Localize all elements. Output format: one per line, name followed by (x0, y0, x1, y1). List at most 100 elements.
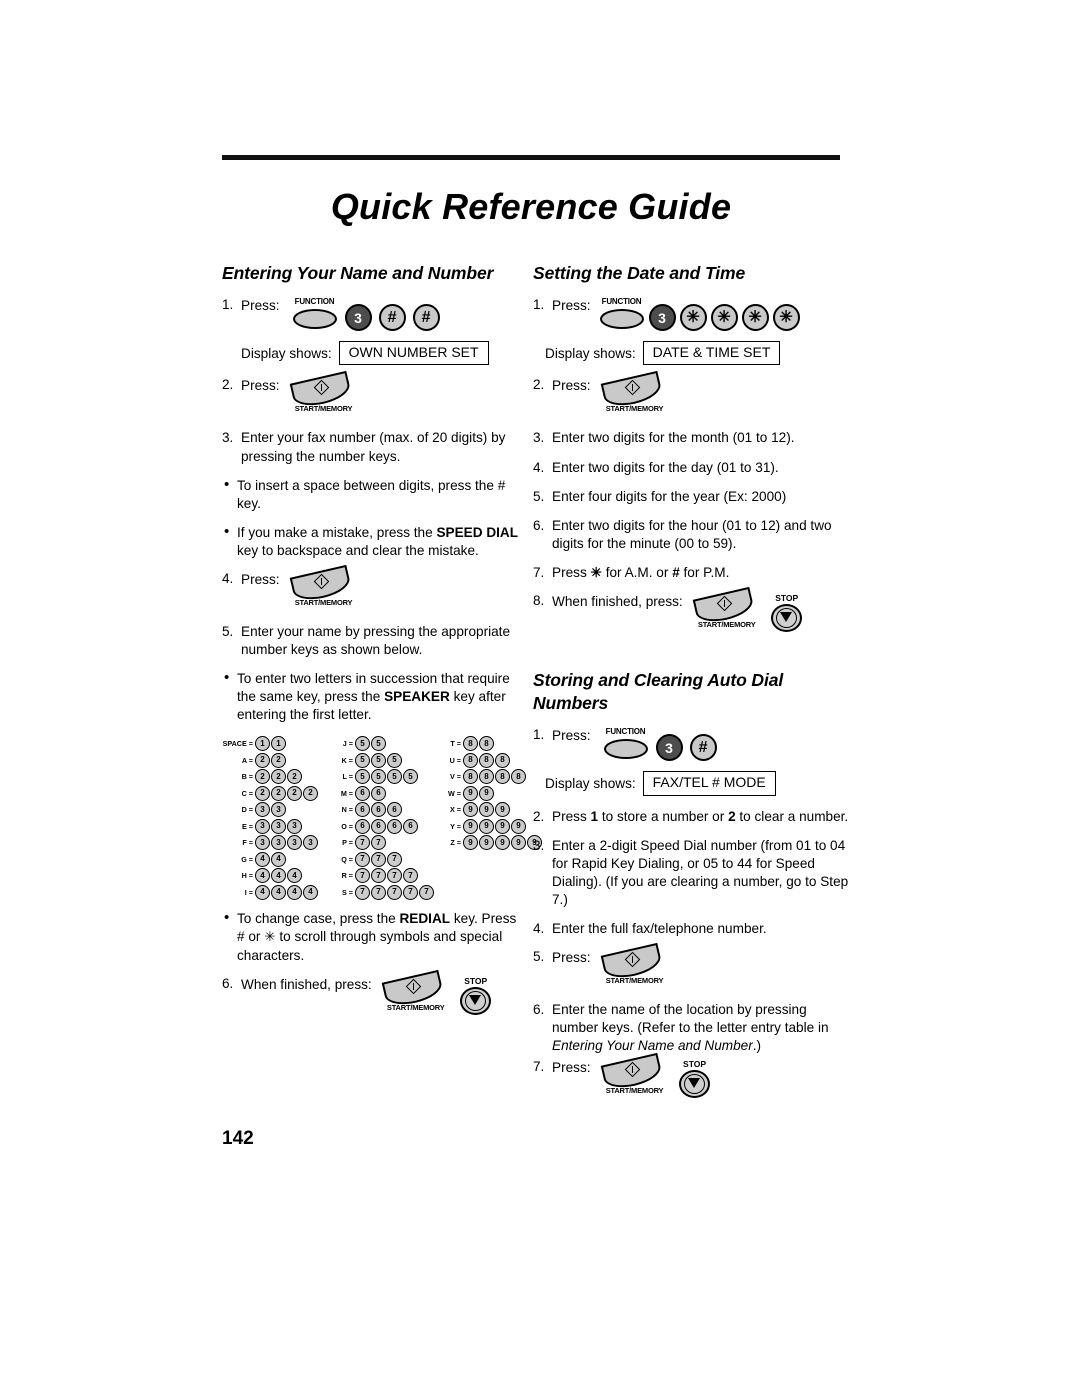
numeric-key-6-icon[interactable]: 6 (355, 802, 370, 818)
function-key-icon[interactable]: FUNCTION (599, 297, 645, 331)
function-key-icon[interactable]: FUNCTION (292, 297, 338, 331)
numeric-key-4-icon[interactable]: 4 (255, 851, 270, 867)
numeric-key-5-icon[interactable]: 5 (355, 752, 370, 768)
numeric-key-4-icon[interactable]: 4 (303, 884, 318, 900)
numeric-key-3-icon[interactable]: 3 (255, 802, 270, 818)
start-memory-key-icon[interactable]: START/MEMORY (289, 371, 356, 415)
hash-key-icon[interactable]: # (378, 304, 406, 332)
numeric-key-4-icon[interactable]: 4 (271, 851, 286, 867)
numeric-key-9-icon[interactable]: 9 (463, 785, 478, 801)
numeric-key-6-icon[interactable]: 6 (355, 818, 370, 834)
asterisk-key-icon[interactable]: ✳ (710, 304, 738, 332)
numeric-key-4-icon[interactable]: 4 (287, 868, 302, 884)
numeric-key-7-icon[interactable]: 7 (371, 835, 386, 851)
numeric-key-1-icon[interactable]: 1 (255, 736, 270, 752)
numeric-key-2-icon[interactable]: 2 (255, 769, 270, 785)
numeric-key-4-icon[interactable]: 4 (287, 884, 302, 900)
numeric-key-6-icon[interactable]: 6 (403, 818, 418, 834)
numeric-key-5-icon[interactable]: 5 (371, 752, 386, 768)
numeric-key-8-icon[interactable]: 8 (479, 736, 494, 752)
numeric-key-1-icon[interactable]: 1 (271, 736, 286, 752)
numeric-key-7-icon[interactable]: 7 (371, 851, 386, 867)
numeric-key-4-icon[interactable]: 4 (255, 884, 270, 900)
numeric-key-5-icon[interactable]: 5 (371, 769, 386, 785)
numeric-key-9-icon[interactable]: 9 (479, 835, 494, 851)
numeric-key-6-icon[interactable]: 6 (371, 802, 386, 818)
numeric-key-2-icon[interactable]: 2 (287, 785, 302, 801)
numeric-key-4-icon[interactable]: 4 (255, 868, 270, 884)
numeric-key-9-icon[interactable]: 9 (511, 818, 526, 834)
stop-key-icon[interactable]: STOP (766, 593, 808, 633)
numeric-key-7-icon[interactable]: 7 (355, 835, 370, 851)
numeric-key-6-icon[interactable]: 6 (371, 818, 386, 834)
numeric-key-5-icon[interactable]: 5 (355, 736, 370, 752)
hash-key-icon[interactable]: # (689, 734, 717, 762)
start-memory-key-icon[interactable]: START/MEMORY (692, 586, 759, 631)
start-memory-key-icon[interactable]: START/MEMORY (600, 942, 667, 987)
start-memory-key-icon[interactable]: START/MEMORY (289, 564, 356, 609)
numeric-key-7-icon[interactable]: 7 (403, 868, 418, 884)
stop-key-icon[interactable]: STOP (674, 1059, 716, 1099)
numeric-key-2-icon[interactable]: 2 (271, 752, 286, 768)
numeric-key-8-icon[interactable]: 8 (511, 769, 526, 785)
numeric-key-3-icon[interactable]: 3 (344, 304, 372, 332)
asterisk-key-icon[interactable]: ✳ (772, 304, 800, 332)
hash-key-icon[interactable]: # (412, 304, 440, 332)
numeric-key-7-icon[interactable]: 7 (387, 851, 402, 867)
numeric-key-5-icon[interactable]: 5 (387, 769, 402, 785)
numeric-key-2-icon[interactable]: 2 (287, 769, 302, 785)
numeric-key-3-icon[interactable]: 3 (303, 835, 318, 851)
numeric-key-2-icon[interactable]: 2 (255, 752, 270, 768)
numeric-key-3-icon[interactable]: 3 (648, 304, 676, 332)
numeric-key-8-icon[interactable]: 8 (479, 752, 494, 768)
numeric-key-3-icon[interactable]: 3 (255, 818, 270, 834)
numeric-key-9-icon[interactable]: 9 (495, 802, 510, 818)
numeric-key-7-icon[interactable]: 7 (371, 868, 386, 884)
numeric-key-9-icon[interactable]: 9 (511, 835, 526, 851)
numeric-key-8-icon[interactable]: 8 (463, 752, 478, 768)
numeric-key-7-icon[interactable]: 7 (355, 884, 370, 900)
numeric-key-3-icon[interactable]: 3 (287, 835, 302, 851)
numeric-key-4-icon[interactable]: 4 (271, 868, 286, 884)
numeric-key-9-icon[interactable]: 9 (463, 818, 478, 834)
numeric-key-9-icon[interactable]: 9 (479, 802, 494, 818)
numeric-key-7-icon[interactable]: 7 (403, 884, 418, 900)
start-memory-key-icon[interactable]: START/MEMORY (600, 1053, 667, 1097)
numeric-key-9-icon[interactable]: 9 (479, 818, 494, 834)
asterisk-key-icon[interactable]: ✳ (679, 304, 707, 332)
numeric-key-5-icon[interactable]: 5 (355, 769, 370, 785)
numeric-key-8-icon[interactable]: 8 (463, 769, 478, 785)
numeric-key-9-icon[interactable]: 9 (463, 802, 478, 818)
numeric-key-9-icon[interactable]: 9 (495, 818, 510, 834)
numeric-key-5-icon[interactable]: 5 (371, 736, 386, 752)
numeric-key-3-icon[interactable]: 3 (655, 734, 683, 762)
numeric-key-2-icon[interactable]: 2 (271, 769, 286, 785)
numeric-key-9-icon[interactable]: 9 (463, 835, 478, 851)
numeric-key-3-icon[interactable]: 3 (287, 818, 302, 834)
numeric-key-6-icon[interactable]: 6 (387, 802, 402, 818)
numeric-key-2-icon[interactable]: 2 (255, 785, 270, 801)
function-key-icon[interactable]: FUNCTION (603, 727, 649, 761)
numeric-key-7-icon[interactable]: 7 (387, 868, 402, 884)
start-memory-key-icon[interactable]: START/MEMORY (600, 371, 667, 415)
numeric-key-7-icon[interactable]: 7 (355, 868, 370, 884)
numeric-key-6-icon[interactable]: 6 (387, 818, 402, 834)
numeric-key-5-icon[interactable]: 5 (387, 752, 402, 768)
numeric-key-8-icon[interactable]: 8 (495, 752, 510, 768)
start-memory-key-icon[interactable]: START/MEMORY (381, 969, 448, 1014)
stop-key-icon[interactable]: STOP (455, 976, 497, 1016)
numeric-key-9-icon[interactable]: 9 (479, 785, 494, 801)
numeric-key-8-icon[interactable]: 8 (479, 769, 494, 785)
numeric-key-5-icon[interactable]: 5 (403, 769, 418, 785)
numeric-key-7-icon[interactable]: 7 (387, 884, 402, 900)
asterisk-key-icon[interactable]: ✳ (741, 304, 769, 332)
numeric-key-6-icon[interactable]: 6 (371, 785, 386, 801)
numeric-key-3-icon[interactable]: 3 (271, 835, 286, 851)
numeric-key-3-icon[interactable]: 3 (271, 818, 286, 834)
numeric-key-7-icon[interactable]: 7 (419, 884, 434, 900)
numeric-key-3-icon[interactable]: 3 (271, 802, 286, 818)
numeric-key-3-icon[interactable]: 3 (255, 835, 270, 851)
numeric-key-7-icon[interactable]: 7 (355, 851, 370, 867)
numeric-key-2-icon[interactable]: 2 (303, 785, 318, 801)
numeric-key-4-icon[interactable]: 4 (271, 884, 286, 900)
